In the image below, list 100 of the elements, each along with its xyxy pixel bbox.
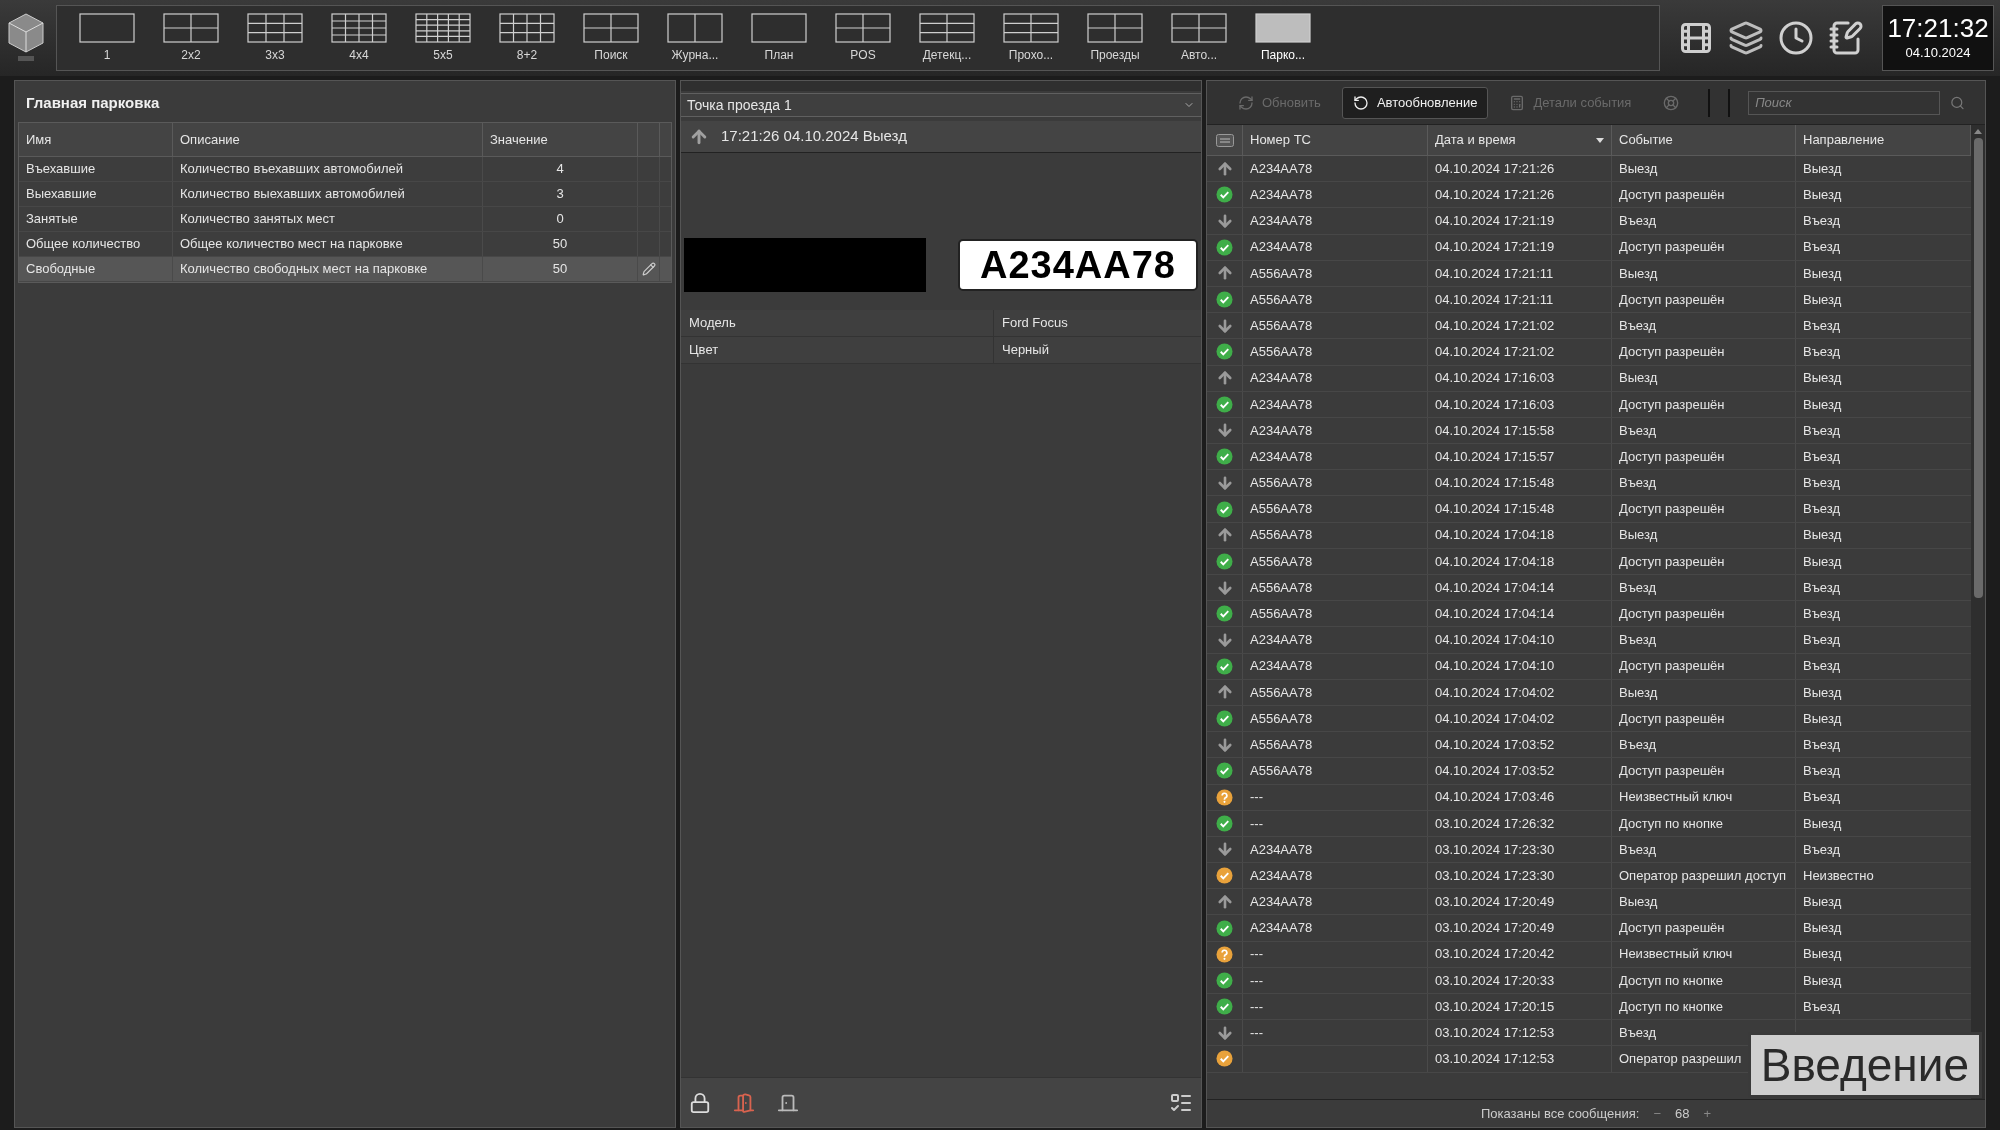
table-cell-text: A556AA78: [1250, 709, 1313, 728]
scrollbar[interactable]: [1971, 125, 1985, 1099]
table-cell-text: A556AA78: [1250, 605, 1313, 624]
table-cell-text: Въезд: [1619, 578, 1656, 597]
table-cell-text: Въезд: [1803, 500, 1840, 519]
table-cell-text: Доступ разрешён: [1619, 552, 1725, 571]
table-cell-text: 04.10.2024 17:04:14: [1435, 578, 1555, 597]
table-cell: Занятые: [19, 207, 173, 231]
table-cell-text: Выезд: [1803, 369, 1842, 388]
table-row[interactable]: Общее количество Общее количество мест на парковке 50: [19, 232, 671, 257]
search-field[interactable]: Поиск: [1748, 90, 1941, 115]
table-cell-text: Выезд: [1803, 814, 1842, 833]
column-header[interactable]: Событие: [1612, 125, 1796, 155]
table-cell-text: A234AA78: [1250, 840, 1313, 859]
table-cell-text: 04.10.2024 17:04:02: [1435, 709, 1555, 728]
layout-button[interactable]: Прохо...: [989, 7, 1073, 69]
layout-button[interactable]: 5x5: [401, 7, 485, 69]
table-cell-text: Въезд: [1619, 631, 1656, 650]
door-alert-icon[interactable]: [733, 1091, 755, 1114]
cube-logo-icon[interactable]: [6, 12, 46, 64]
check-circle-icon: [1216, 971, 1233, 989]
table-cell-text: A556AA78: [1250, 552, 1313, 571]
table-cell-text: Въезд: [1803, 840, 1840, 859]
layout-button[interactable]: 1: [65, 7, 149, 69]
column-header[interactable]: Значение: [483, 123, 638, 156]
table-cell: Количество занятых мест: [173, 207, 483, 231]
toolbar-button[interactable]: Автообновление: [1341, 86, 1489, 119]
table-cell-text: Выезд: [1619, 264, 1658, 283]
auto-refresh-icon: [1352, 94, 1369, 111]
question-circle-icon: [1216, 945, 1233, 963]
table-cell-text: A234AA78: [1250, 369, 1313, 388]
table-cell-text: 03.10.2024 17:23:30: [1435, 840, 1555, 859]
table-cell-text: 04.10.2024 17:15:48: [1435, 474, 1555, 493]
panel-title: Главная парковка: [25, 92, 161, 113]
table-row[interactable]: Въехавшие Количество въехавших автомобилей 4: [19, 157, 671, 182]
column-header[interactable]: Описание: [173, 123, 483, 156]
table-cell-text: Въезд: [1619, 474, 1656, 493]
table-cell-text: Въезд: [1803, 474, 1840, 493]
layout-button[interactable]: Парко...: [1241, 7, 1325, 69]
layout-button[interactable]: Поиск: [569, 7, 653, 69]
table-cell-text: A234AA78: [1250, 657, 1313, 676]
layout-button[interactable]: 3x3: [233, 7, 317, 69]
table-row[interactable]: Выехавшие Количество выехавших автомобилей 3: [19, 182, 671, 207]
layout-button[interactable]: 2x2: [149, 7, 233, 69]
column-header[interactable]: Номер ТС: [1243, 125, 1428, 155]
table-cell-text: 04.10.2024 17:15:48: [1435, 500, 1555, 519]
layout-button[interactable]: 8+2: [485, 7, 569, 69]
layout-grid-icon: [919, 12, 975, 43]
scroll-up-icon[interactable]: [1974, 129, 1982, 134]
table-cell-text: A234AA78: [1250, 238, 1313, 257]
check-circle-icon: [1216, 186, 1233, 204]
table-cell-text: 04.10.2024 17:03:52: [1435, 762, 1555, 781]
table-cell-text: 04.10.2024 17:21:26: [1435, 186, 1555, 205]
layout-grid-icon: [499, 12, 555, 43]
layout-button[interactable]: Детекц...: [905, 7, 989, 69]
passage-point-dropdown[interactable]: Точка проезда 1: [681, 93, 1201, 117]
column-header[interactable]: Имя: [19, 123, 173, 156]
scroll-thumb[interactable]: [1973, 138, 1983, 598]
layout-button[interactable]: Журна...: [653, 7, 737, 69]
film-reel-icon[interactable]: [1678, 20, 1714, 56]
layout-button[interactable]: 4x4: [317, 7, 401, 69]
table-cell-text: 04.10.2024 17:21:02: [1435, 316, 1555, 335]
table-cell-text: Выезд: [1803, 186, 1842, 205]
clock-icon[interactable]: [1778, 20, 1814, 56]
table-cell-text: 04.10.2024 17:04:18: [1435, 526, 1555, 545]
table-cell-text: 03.10.2024 17:20:49: [1435, 919, 1555, 938]
table-cell-text: Доступ разрешён: [1619, 238, 1725, 257]
table-cell: 0: [483, 207, 638, 231]
search-icon[interactable]: [1950, 94, 1965, 111]
check-circle-icon: [1216, 605, 1233, 623]
table-row[interactable]: Свободные Количество свободных мест на парковке 50: [19, 257, 671, 282]
table-row[interactable]: Занятые Количество занятых мест 0: [19, 207, 671, 232]
layout-button[interactable]: План: [737, 7, 821, 69]
notepad-icon[interactable]: [1828, 20, 1864, 56]
table-cell-text: Доступ разрешён: [1619, 762, 1725, 781]
table-cell-text: 04.10.2024 17:16:03: [1435, 369, 1555, 388]
layout-button[interactable]: POS: [821, 7, 905, 69]
layout-button[interactable]: Авто...: [1157, 7, 1241, 69]
table-cell-text: Доступ разрешён: [1619, 709, 1725, 728]
column-header[interactable]: Дата и время: [1428, 125, 1612, 155]
table-cell-text: Въезд: [1619, 1024, 1656, 1043]
table-cell-text: Въезд: [1803, 238, 1840, 257]
layout-button[interactable]: Проезды: [1073, 7, 1157, 69]
layers-icon[interactable]: [1728, 20, 1764, 56]
table-cell-text: 04.10.2024 17:21:11: [1435, 264, 1554, 283]
table-cell: Общее количество: [19, 232, 173, 256]
check-circle-icon: [1216, 814, 1233, 832]
layout-grid-icon: [835, 12, 891, 43]
table-cell-text: Въезд: [1619, 840, 1656, 859]
table-cell-text: Выезд: [1803, 290, 1842, 309]
table-cell: 50: [483, 232, 638, 256]
attribute-value: Черный: [1001, 341, 1050, 360]
sort-caret-icon: [1596, 137, 1604, 143]
event-title: 17:21:26 04.10.2024 Выезд: [721, 126, 907, 147]
message-icon[interactable]: [1215, 133, 1234, 147]
table-cell-text: Выезд: [1803, 395, 1842, 414]
edit-icon[interactable]: [641, 262, 656, 276]
table-cell-text: A556AA78: [1250, 578, 1313, 597]
table-cell: Общее количество мест на парковке: [173, 232, 483, 256]
lock-icon[interactable]: [689, 1091, 711, 1114]
